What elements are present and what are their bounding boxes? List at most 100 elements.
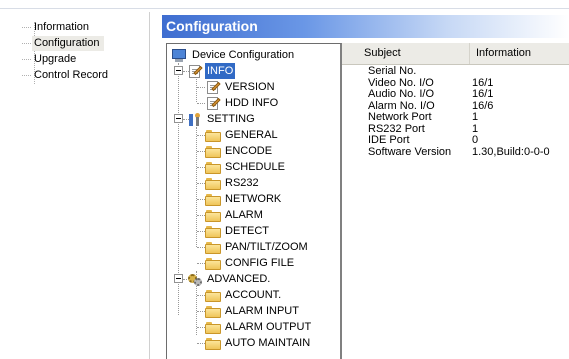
row-subject: Network Port	[368, 111, 432, 123]
tree-node-setting[interactable]: SETTING	[187, 111, 307, 127]
info-table-body: Serial No. Video No. I/O 16/1 Audio No. I…	[368, 65, 569, 159]
row-subject: Audio No. I/O	[368, 88, 435, 100]
tree-node-encode[interactable]: ENCODE	[205, 143, 335, 159]
tree-node-label: CONFIG FILE	[225, 257, 295, 269]
folder-icon	[205, 192, 221, 206]
tree-node-label: ALARM OUTPUT	[225, 321, 312, 333]
tree-node-general[interactable]: GENERAL	[205, 127, 335, 143]
tree-node-pan-tilt-zoom[interactable]: PAN/TILT/ZOOM	[205, 239, 339, 255]
tree-node-network[interactable]: NETWORK	[205, 191, 335, 207]
page-title: Configuration	[166, 18, 258, 34]
row-subject: Software Version	[368, 145, 452, 158]
tree-node-label: ENCODE	[225, 145, 273, 157]
row-subject: IDE Port	[368, 134, 410, 146]
info-table-header: Subject Information	[342, 43, 569, 65]
tree-node-auto-maintain[interactable]: AUTO MAINTAIN	[205, 335, 335, 351]
gears-icon	[187, 272, 203, 286]
tree-line	[197, 311, 205, 312]
tree-node-config-file[interactable]: CONFIG FILE	[205, 255, 335, 271]
tree-node-label: ACCOUNT.	[225, 289, 282, 301]
edit-document-icon	[205, 80, 221, 94]
tree-node-alarm-output[interactable]: ALARM OUTPUT	[205, 319, 335, 335]
nav-item-configuration[interactable]: Configuration	[22, 36, 105, 51]
tree-line	[197, 247, 205, 248]
tree-node-label: GENERAL	[225, 129, 278, 141]
device-tree-panel[interactable]: Device Configuration INFO VERSION HDD IN…	[166, 43, 342, 359]
collapse-toggle[interactable]	[174, 114, 183, 123]
table-row: Serial No.	[368, 65, 569, 78]
tree-line	[197, 343, 205, 344]
nav-item-label: Upgrade	[34, 53, 77, 65]
tree-line	[197, 231, 205, 232]
folder-icon	[205, 176, 221, 190]
nav-item-label: Information	[34, 21, 90, 33]
tree-node-schedule[interactable]: SCHEDULE	[205, 159, 335, 175]
tree-node-label: ADVANCED.	[207, 273, 271, 285]
folder-icon	[205, 288, 221, 302]
row-subject: Serial No.	[368, 65, 417, 77]
tree-node-alarm[interactable]: ALARM	[205, 207, 335, 223]
tree-line	[197, 199, 205, 200]
tree-node-device-configuration[interactable]: Device Configuration	[171, 47, 339, 63]
row-value: 1.30,Build:0-0-0	[472, 145, 550, 158]
edit-document-icon	[187, 64, 203, 78]
row-value: 1	[472, 111, 479, 123]
tree-line	[197, 167, 205, 168]
tree-line	[197, 103, 205, 104]
folder-icon	[205, 320, 221, 334]
tree-node-hdd-info[interactable]: HDD INFO	[205, 95, 325, 111]
edit-document-icon	[205, 96, 221, 110]
tree-node-version[interactable]: VERSION	[205, 79, 325, 95]
tree-node-label: NETWORK	[225, 193, 282, 205]
folder-icon	[205, 160, 221, 174]
tree-line	[196, 79, 197, 102]
settings-tools-icon	[187, 112, 203, 126]
collapse-toggle[interactable]	[174, 274, 183, 283]
tree-node-rs232[interactable]: RS232	[205, 175, 335, 191]
window-top-strip	[0, 0, 569, 9]
tree-line	[197, 151, 205, 152]
nav-item-upgrade[interactable]: Upgrade	[22, 52, 81, 67]
folder-icon	[205, 240, 221, 254]
table-row: Network Port 1	[368, 111, 569, 124]
tree-node-label: HDD INFO	[225, 97, 279, 109]
nav-item-control-record[interactable]: Control Record	[22, 68, 113, 83]
folder-icon	[205, 224, 221, 238]
tree-line	[196, 127, 197, 247]
computer-icon	[171, 48, 187, 62]
tree-node-label: DETECT	[225, 225, 269, 237]
nav-item-information[interactable]: Information	[22, 20, 94, 35]
tree-line	[197, 135, 205, 136]
row-value: 16/1	[472, 88, 494, 100]
left-nav-panel: Information Configuration Upgrade Contro…	[10, 12, 150, 359]
tree-node-advanced[interactable]: ADVANCED.	[187, 271, 317, 287]
nav-item-label: Control Record	[34, 69, 108, 81]
column-header-information[interactable]: Information	[470, 43, 569, 64]
tree-node-label: PAN/TILT/ZOOM	[225, 241, 308, 253]
tree-node-label: ALARM INPUT	[225, 305, 299, 317]
tree-node-label: INFO	[205, 63, 236, 79]
tree-node-detect[interactable]: DETECT	[205, 223, 335, 239]
folder-icon	[205, 144, 221, 158]
folder-icon	[205, 208, 221, 222]
tree-line	[197, 295, 205, 296]
collapse-toggle[interactable]	[174, 66, 183, 75]
tree-line	[197, 215, 205, 216]
folder-icon	[205, 304, 221, 318]
table-row: Software Version 1.30,Build:0-0-0	[368, 145, 569, 159]
folder-icon	[205, 128, 221, 142]
tree-node-label: ALARM	[225, 209, 263, 221]
tree-line	[197, 87, 205, 88]
tree-node-label: Device Configuration	[192, 49, 295, 61]
folder-icon	[205, 256, 221, 270]
column-header-subject[interactable]: Subject	[358, 43, 470, 64]
tree-node-account[interactable]: ACCOUNT.	[205, 287, 335, 303]
tree-line	[197, 263, 205, 264]
tree-node-info[interactable]: INFO	[187, 63, 307, 79]
table-row: IDE Port 0	[368, 134, 569, 147]
tree-node-label: SETTING	[207, 113, 255, 125]
tree-node-alarm-input[interactable]: ALARM INPUT	[205, 303, 335, 319]
folder-icon	[205, 336, 221, 350]
row-value: 0	[472, 134, 479, 146]
tree-node-label: RS232	[225, 177, 259, 189]
